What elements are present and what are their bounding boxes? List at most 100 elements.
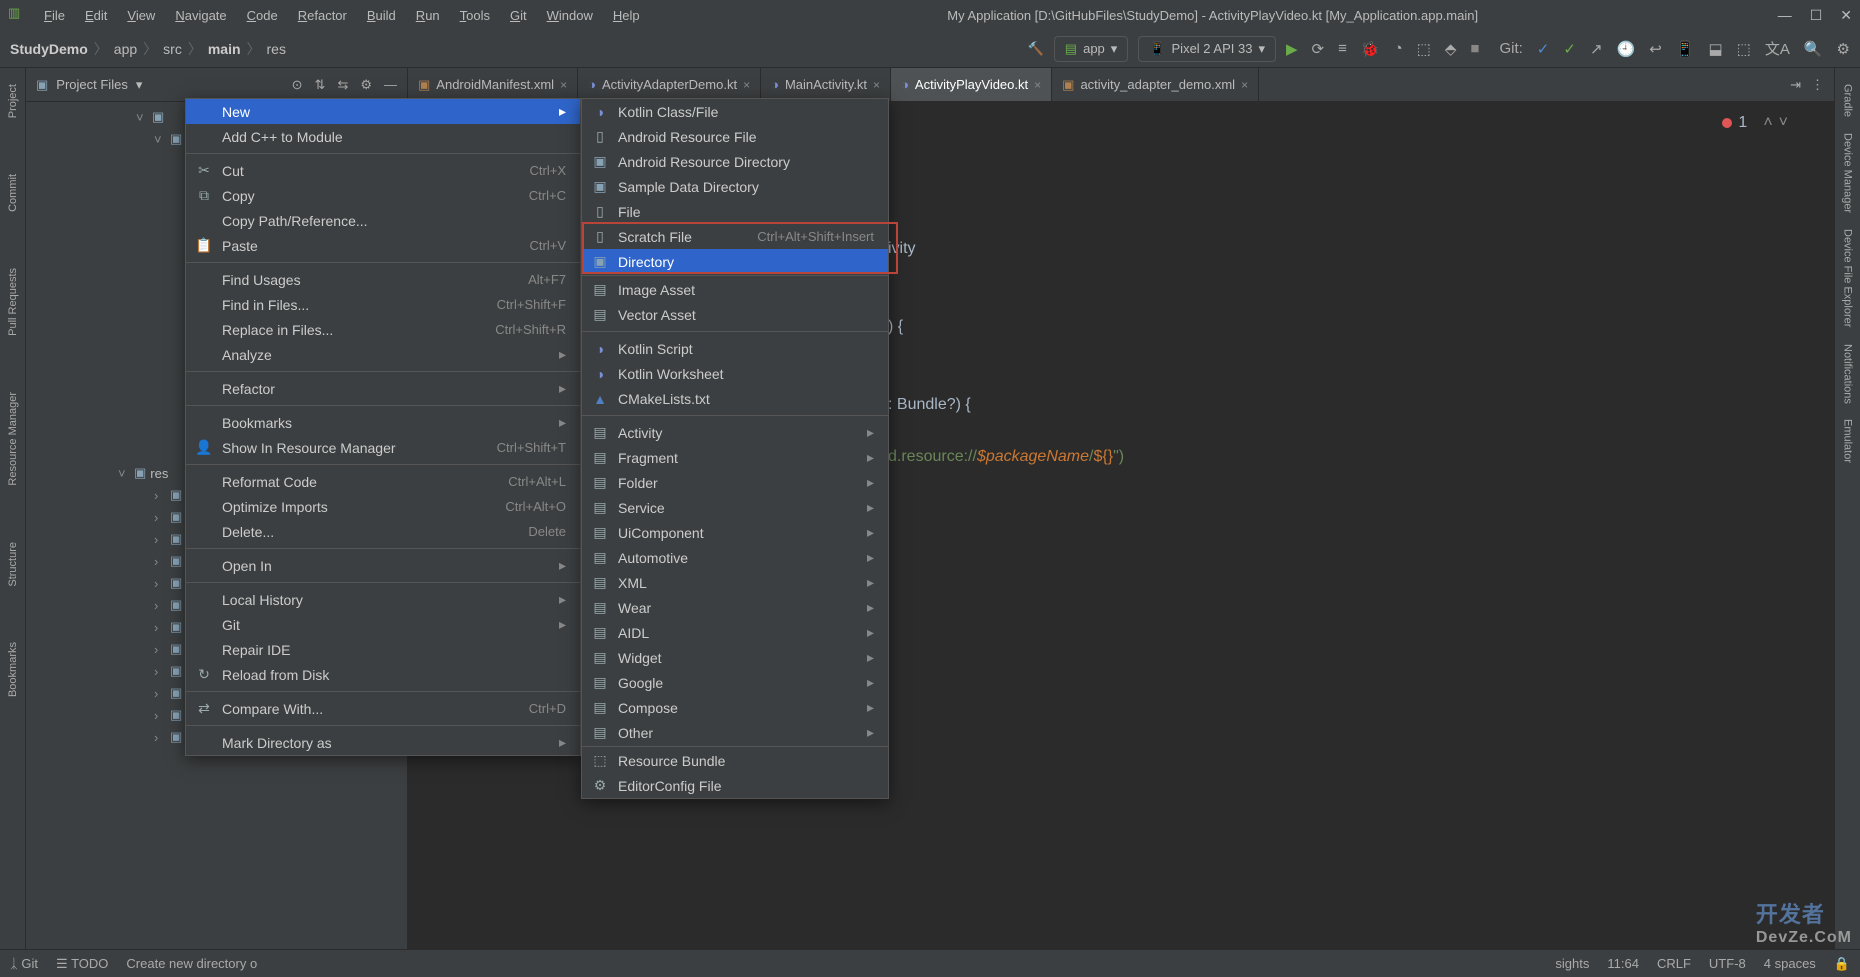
sync-icon[interactable]: ⬚ <box>1737 40 1751 58</box>
menu-item-compare-with-[interactable]: ⇄Compare With...Ctrl+D <box>186 696 580 721</box>
menu-file[interactable]: File <box>36 4 73 27</box>
tool-bookmarks[interactable]: Bookmarks <box>7 634 19 705</box>
search-icon[interactable]: 🔍 <box>1804 40 1823 58</box>
close-icon[interactable]: ✕ <box>1840 7 1852 24</box>
menu-item-other[interactable]: ▤Other▸ <box>582 720 888 745</box>
tool-device-file-explorer[interactable]: Device File Explorer <box>1842 221 1854 335</box>
tool-gradle[interactable]: Gradle <box>1842 76 1854 125</box>
menu-item-kotlin-worksheet[interactable]: ◑Kotlin Worksheet <box>582 361 888 386</box>
menu-edit[interactable]: Edit <box>77 4 115 27</box>
menu-item-automotive[interactable]: ▤Automotive▸ <box>582 545 888 570</box>
git-update-icon[interactable]: ✓ <box>1537 40 1550 58</box>
todo-button[interactable]: ☰ TODO <box>56 956 108 972</box>
apply-changes-icon[interactable]: ⟳ <box>1312 40 1325 58</box>
menu-window[interactable]: Window <box>539 4 601 27</box>
menu-item-android-resource-directory[interactable]: ▣Android Resource Directory <box>582 149 888 174</box>
breadcrumb-item[interactable]: src <box>163 41 182 57</box>
breadcrumb-item[interactable]: StudyDemo <box>10 41 88 57</box>
apply-code-icon[interactable]: ≡ <box>1338 40 1347 57</box>
menu-item-bookmarks[interactable]: Bookmarks▸ <box>186 410 580 435</box>
menu-item-compose[interactable]: ▤Compose▸ <box>582 695 888 720</box>
menu-item-cmakelists-txt[interactable]: ▲CMakeLists.txt <box>582 386 888 411</box>
chevron-down-icon[interactable]: ▾ <box>136 77 143 93</box>
tool-project[interactable]: Project <box>7 76 19 126</box>
coverage-icon[interactable]: ⬚ <box>1417 40 1431 58</box>
tab-androidmanifest-xml[interactable]: ▣AndroidManifest.xml× <box>408 68 578 101</box>
menu-item-vector-asset[interactable]: ▤Vector Asset <box>582 302 888 327</box>
menu-run[interactable]: Run <box>408 4 448 27</box>
tool-pull-requests[interactable]: Pull Requests <box>7 260 19 344</box>
menu-item-service[interactable]: ▤Service▸ <box>582 495 888 520</box>
avd-icon[interactable]: 📱 <box>1676 40 1695 58</box>
tab-overflow-icon[interactable]: ⇥ <box>1790 77 1801 93</box>
tool-commit[interactable]: Commit <box>7 166 19 220</box>
menu-item-editorconfig-file[interactable]: ⚙EditorConfig File <box>582 773 888 798</box>
menu-view[interactable]: View <box>119 4 163 27</box>
menu-navigate[interactable]: Navigate <box>167 4 234 27</box>
menu-item-scratch-file[interactable]: ▯Scratch FileCtrl+Alt+Shift+Insert <box>582 224 888 249</box>
menu-item-replace-in-files-[interactable]: Replace in Files...Ctrl+Shift+R <box>186 317 580 342</box>
tool-resource-manager[interactable]: Resource Manager <box>7 384 19 494</box>
menu-item-find-in-files-[interactable]: Find in Files...Ctrl+Shift+F <box>186 292 580 317</box>
gear-icon[interactable]: ⚙ <box>360 77 372 93</box>
tool-device-manager[interactable]: Device Manager <box>1842 125 1854 221</box>
menu-build[interactable]: Build <box>359 4 404 27</box>
filter-icon[interactable]: ⇆ <box>337 77 348 93</box>
menu-item-paste[interactable]: 📋PasteCtrl+V <box>186 233 580 258</box>
tab-menu-icon[interactable]: ⋮ <box>1811 77 1824 93</box>
menu-item-cut[interactable]: ✂CutCtrl+X <box>186 158 580 183</box>
menu-item-mark-directory-as[interactable]: Mark Directory as▸ <box>186 730 580 755</box>
profile-icon[interactable]: ◔ <box>1394 40 1403 57</box>
debug-icon[interactable]: 🐞 <box>1361 40 1380 58</box>
menu-item-wear[interactable]: ▤Wear▸ <box>582 595 888 620</box>
menu-item-file[interactable]: ▯File <box>582 199 888 224</box>
locale-icon[interactable]: 文A <box>1765 38 1790 59</box>
menu-item-copy[interactable]: ⧉CopyCtrl+C <box>186 183 580 208</box>
menu-tools[interactable]: Tools <box>452 4 498 27</box>
menu-item-sample-data-directory[interactable]: ▣Sample Data Directory <box>582 174 888 199</box>
menu-git[interactable]: Git <box>502 4 535 27</box>
close-tab-icon[interactable]: × <box>743 78 750 92</box>
menu-item-image-asset[interactable]: ▤Image Asset <box>582 277 888 302</box>
git-history-icon[interactable]: 🕘 <box>1617 40 1636 58</box>
menu-item-open-in[interactable]: Open In▸ <box>186 553 580 578</box>
line-ending[interactable]: CRLF <box>1657 956 1691 971</box>
menu-item-find-usages[interactable]: Find UsagesAlt+F7 <box>186 267 580 292</box>
chevron-down-icon[interactable]: ˅ <box>1779 110 1788 136</box>
menu-item-delete-[interactable]: Delete...Delete <box>186 519 580 544</box>
close-tab-icon[interactable]: × <box>560 78 567 92</box>
run-config-selector[interactable]: ▤ app ▾ <box>1054 36 1129 62</box>
breadcrumb-item[interactable]: app <box>114 41 137 57</box>
sdk-icon[interactable]: ⬓ <box>1708 40 1722 58</box>
menu-item-show-in-resource-manager[interactable]: 👤Show In Resource ManagerCtrl+Shift+T <box>186 435 580 460</box>
error-indicator[interactable]: 1 ˄ ˅ <box>1722 110 1788 136</box>
close-tab-icon[interactable]: × <box>1241 78 1248 92</box>
close-tab-icon[interactable]: × <box>1034 78 1041 92</box>
menu-item-kotlin-script[interactable]: ◑Kotlin Script <box>582 336 888 361</box>
indent[interactable]: 4 spaces <box>1764 956 1816 971</box>
tool-emulator[interactable]: Emulator <box>1842 411 1854 471</box>
new-submenu[interactable]: ◑Kotlin Class/File▯Android Resource File… <box>581 98 889 799</box>
menu-item-directory[interactable]: ▣Directory <box>582 249 888 274</box>
menu-code[interactable]: Code <box>239 4 286 27</box>
menu-item-uicomponent[interactable]: ▤UiComponent▸ <box>582 520 888 545</box>
project-view-title[interactable]: Project Files <box>56 77 128 92</box>
tab-mainactivity-kt[interactable]: ◑MainActivity.kt× <box>761 68 891 101</box>
git-branch-icon[interactable]: ᛣ Git <box>10 956 38 971</box>
menu-item-folder[interactable]: ▤Folder▸ <box>582 470 888 495</box>
encoding[interactable]: UTF-8 <box>1709 956 1746 971</box>
menu-item-optimize-imports[interactable]: Optimize ImportsCtrl+Alt+O <box>186 494 580 519</box>
menu-item-widget[interactable]: ▤Widget▸ <box>582 645 888 670</box>
readonly-icon[interactable]: 🔒 <box>1834 956 1850 972</box>
tab-activityadapterdemo-kt[interactable]: ◑ActivityAdapterDemo.kt× <box>578 68 761 101</box>
menu-item-reload-from-disk[interactable]: ↻Reload from Disk <box>186 662 580 687</box>
close-tab-icon[interactable]: × <box>873 78 880 92</box>
menu-item-analyze[interactable]: Analyze▸ <box>186 342 580 367</box>
menu-item-activity[interactable]: ▤Activity▸ <box>582 420 888 445</box>
menu-item-android-resource-file[interactable]: ▯Android Resource File <box>582 124 888 149</box>
menu-item-reformat-code[interactable]: Reformat CodeCtrl+Alt+L <box>186 469 580 494</box>
attach-icon[interactable]: ⬘ <box>1445 40 1457 58</box>
run-icon[interactable]: ▶ <box>1286 40 1298 58</box>
device-selector[interactable]: 📱 Pixel 2 API 33 ▾ <box>1138 36 1276 62</box>
breadcrumb-item[interactable]: main <box>208 41 241 57</box>
